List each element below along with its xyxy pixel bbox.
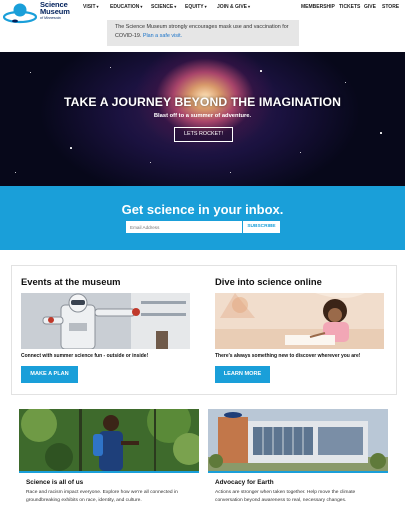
- plan-safe-visit-link[interactable]: Plan a safe visit.: [143, 33, 182, 39]
- online-image[interactable]: [215, 293, 384, 349]
- nav-science-label: SCIENCE: [151, 4, 174, 10]
- hero-banner: TAKE A JOURNEY BEYOND THE IMAGINATION Bl…: [0, 52, 405, 186]
- science-all-of-us-text: Race and racism impact everyone. Explore…: [26, 490, 178, 503]
- nav-science[interactable]: SCIENCE▾: [151, 4, 176, 10]
- util-tickets[interactable]: TICKETS: [339, 4, 360, 10]
- online-title: Dive into science online: [215, 276, 322, 287]
- advocacy-earth-title: Advocacy for Earth: [215, 479, 274, 486]
- star: [15, 172, 16, 173]
- science-all-of-us-title: Science is all of us: [26, 479, 84, 486]
- chevron-down-icon: ▾: [174, 4, 177, 9]
- chevron-down-icon: ▾: [204, 4, 207, 9]
- star: [380, 132, 382, 134]
- events-image[interactable]: [21, 293, 190, 349]
- chevron-down-icon: ▾: [96, 4, 99, 9]
- featured-card: Events at the museum Connect with summer…: [11, 265, 397, 395]
- science-all-of-us-card[interactable]: Science is all of us Race and racism imp…: [19, 409, 199, 510]
- nav-equity-label: EQUITY: [185, 4, 204, 10]
- hero-subtitle: Blast off to a summer of adventure.: [153, 113, 252, 119]
- hero-title: TAKE A JOURNEY BEYOND THE IMAGINATION: [63, 95, 342, 109]
- chevron-down-icon: ▾: [140, 4, 143, 9]
- logo-mark-icon: [3, 3, 38, 24]
- advocacy-earth-card[interactable]: Advocacy for Earth Actions are stronger …: [208, 409, 388, 510]
- notice-text: The Science Museum strongly encourages m…: [115, 24, 289, 39]
- nav-visit-label: VISIT: [83, 4, 96, 10]
- science-all-of-us-image: [19, 409, 199, 471]
- star: [345, 82, 346, 83]
- logo-text-museum: Museum: [40, 7, 70, 16]
- advocacy-earth-text: Actions are stronger when taken together…: [215, 490, 356, 503]
- events-title: Events at the museum: [21, 276, 121, 287]
- advocacy-earth-image: [208, 409, 388, 471]
- nav-equity[interactable]: EQUITY▾: [185, 4, 207, 10]
- accent-divider: [208, 471, 388, 473]
- lets-rocket-button[interactable]: LETS ROCKET!: [174, 127, 233, 142]
- nav-join-give-label: JOIN & GIVE: [217, 4, 248, 10]
- site-logo[interactable]: Science Museum of Minnesota: [3, 1, 75, 27]
- newsletter-title: Get science in your inbox.: [121, 202, 284, 217]
- learn-more-button[interactable]: LEARN MORE: [215, 366, 270, 383]
- util-store[interactable]: STORE: [382, 4, 399, 10]
- child-drawing-photo-icon: [215, 293, 384, 349]
- email-input[interactable]: [126, 221, 242, 233]
- star: [150, 162, 151, 163]
- util-give[interactable]: GIVE: [364, 4, 376, 10]
- star: [110, 67, 111, 68]
- chevron-down-icon: ▾: [248, 4, 251, 9]
- covid-notice: The Science Museum strongly encourages m…: [107, 20, 299, 46]
- nav-education[interactable]: EDUCATION▾: [110, 4, 142, 10]
- nav-visit[interactable]: VISIT▾: [83, 4, 99, 10]
- robot-photo-icon: [21, 293, 190, 349]
- star: [300, 152, 301, 153]
- nav-education-label: EDUCATION: [110, 4, 140, 10]
- logo-text-minnesota: of Minnesota: [40, 16, 61, 20]
- nav-join-give[interactable]: JOIN & GIVE▾: [217, 4, 250, 10]
- star: [260, 70, 262, 72]
- online-text: There's always something new to discover…: [215, 353, 361, 359]
- star: [30, 72, 31, 73]
- accent-divider: [19, 471, 199, 473]
- museum-building-photo-icon: [208, 409, 388, 471]
- events-text: Connect with summer science fun - outsid…: [21, 353, 149, 359]
- site-header: Science Museum of Minnesota VISIT▾ EDUCA…: [0, 0, 405, 52]
- forest-person-photo-icon: [19, 409, 199, 471]
- newsletter-section: Get science in your inbox. SUBSCRIBE: [0, 186, 405, 250]
- util-membership[interactable]: MEMBERSHIP: [301, 4, 335, 10]
- star: [70, 147, 72, 149]
- subscribe-button[interactable]: SUBSCRIBE: [242, 221, 280, 233]
- star: [230, 172, 231, 173]
- make-a-plan-button[interactable]: MAKE A PLAN: [21, 366, 78, 383]
